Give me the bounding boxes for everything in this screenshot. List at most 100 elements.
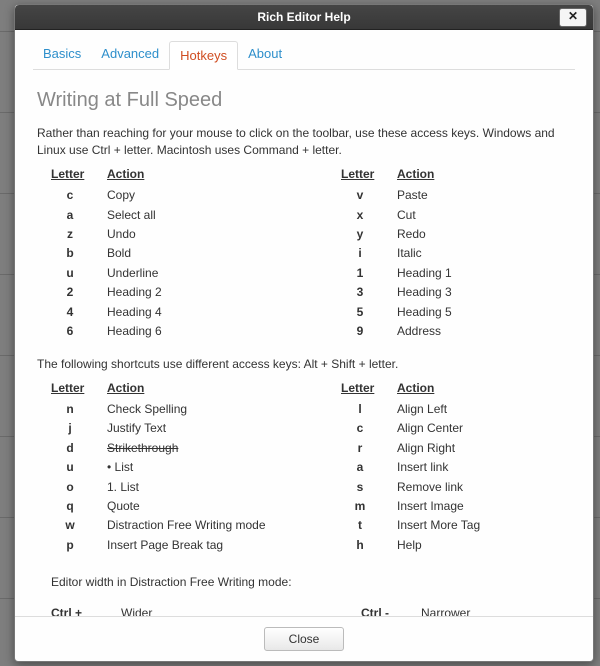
hotkey-row: o 1. List (51, 479, 301, 496)
hotkey-row: 5 Heading 5 (341, 304, 541, 321)
hotkey-letter: u (51, 459, 89, 476)
hotkey-action: Insert Image (397, 498, 464, 515)
hotkey-letter: j (51, 420, 89, 437)
hotkey-action: Paste (397, 187, 428, 204)
hotkey-letter: v (341, 187, 379, 204)
tab-hotkeys[interactable]: Hotkeys (169, 41, 238, 70)
tab-basics[interactable]: Basics (33, 40, 91, 69)
page-title: Writing at Full Speed (37, 86, 571, 115)
hotkey-letter: 9 (341, 323, 379, 340)
hotkey-row: aSelect all (51, 207, 301, 224)
hotkey-row: u • List (51, 459, 301, 476)
hotkey-letter: y (341, 226, 379, 243)
hotkey-row: cAlign Center (341, 420, 541, 437)
width-value: Narrower (421, 605, 470, 616)
hotkey-row: mInsert Image (341, 498, 541, 515)
hotkey-row: l Align Left (341, 401, 541, 418)
hotkey-row: p Insert Page Break tag (51, 537, 301, 554)
hotkey-action: Copy (107, 187, 135, 204)
hotkey-action: Underline (107, 265, 158, 282)
hotkey-row: iItalic (341, 245, 541, 262)
hotkey-row: 6 Heading 6 (51, 323, 301, 340)
width-value: Wider (121, 605, 361, 616)
hotkey-action: Heading 1 (397, 265, 452, 282)
hotkey-action: Cut (397, 207, 416, 224)
tab-content: Writing at Full Speed Rather than reachi… (15, 70, 593, 616)
dialog-titlebar: Rich Editor Help ✕ (15, 5, 593, 30)
width-key: Ctrl + (51, 605, 121, 616)
alt-shift-note: The following shortcuts use different ac… (37, 356, 571, 373)
hotkey-action: Redo (397, 226, 426, 243)
help-dialog: Rich Editor Help ✕ Basics Advanced Hotke… (14, 4, 594, 662)
hotkey-row: u Underline (51, 265, 301, 282)
hotkey-letter: 2 (51, 284, 89, 301)
hotkey-letter: q (51, 498, 89, 515)
hotkey-row: 3 Heading 3 (341, 284, 541, 301)
hotkey-letter: t (341, 517, 379, 534)
hotkey-action: Align Left (397, 401, 447, 418)
hotkey-letter: h (341, 537, 379, 554)
hotkey-letter: 6 (51, 323, 89, 340)
close-button[interactable]: Close (264, 627, 344, 651)
hotkey-letter: 1 (341, 265, 379, 282)
hotkey-letter: n (51, 401, 89, 418)
tab-advanced[interactable]: Advanced (91, 40, 169, 69)
hotkey-row: v Paste (341, 187, 541, 204)
hotkey-action: • List (107, 459, 133, 476)
width-row: Ctrl +WiderCtrl -Narrower (51, 605, 571, 616)
close-icon[interactable]: ✕ (559, 8, 587, 27)
hotkey-letter: b (51, 245, 89, 262)
hotkey-row: z Undo (51, 226, 301, 243)
hotkey-letter: 5 (341, 304, 379, 321)
hotkey-action: Distraction Free Writing mode (107, 517, 266, 534)
hotkey-row: w Distraction Free Writing mode (51, 517, 301, 534)
dialog-footer: Close (15, 616, 593, 661)
tab-about[interactable]: About (238, 40, 292, 69)
hotkey-action: Remove link (397, 479, 463, 496)
width-key: Ctrl - (361, 605, 421, 616)
hotkey-letter: o (51, 479, 89, 496)
hotkey-letter: c (51, 187, 89, 204)
hotkey-letter: s (341, 479, 379, 496)
hotkey-letter: l (341, 401, 379, 418)
hotkey-action: Strikethrough (107, 440, 178, 457)
hotkey-row: d Strikethrough (51, 440, 301, 457)
hotkey-letter: 3 (341, 284, 379, 301)
hotkey-row: 9 Address (341, 323, 541, 340)
hotkey-letter: c (341, 420, 379, 437)
hotkey-row: c Copy (51, 187, 301, 204)
hotkey-letter: x (341, 207, 379, 224)
hotkey-row: t Insert More Tag (341, 517, 541, 534)
hotkey-letter: d (51, 440, 89, 457)
hotkey-action: 1. List (107, 479, 139, 496)
hotkey-letter: p (51, 537, 89, 554)
hotkey-action: Heading 6 (107, 323, 162, 340)
hotkey-action: Bold (107, 245, 131, 262)
hotkey-letter: r (341, 440, 379, 457)
hotkey-row: x Cut (341, 207, 541, 224)
hotkey-action: Undo (107, 226, 136, 243)
hotkey-letter: z (51, 226, 89, 243)
hotkey-action: Quote (107, 498, 140, 515)
hotkey-letter: w (51, 517, 89, 534)
hotkey-row: jJustify Text (51, 420, 301, 437)
hotkey-action: Insert Page Break tag (107, 537, 223, 554)
hotkey-action: Select all (107, 207, 156, 224)
hotkey-action: Check Spelling (107, 401, 187, 418)
hotkey-row: r Align Right (341, 440, 541, 457)
dialog-title: Rich Editor Help (257, 10, 350, 24)
hotkey-row: b Bold (51, 245, 301, 262)
hotkey-action: Heading 5 (397, 304, 452, 321)
hotkey-row: hHelp (341, 537, 541, 554)
width-mode-label: Editor width in Distraction Free Writing… (51, 574, 571, 591)
hotkey-action: Heading 4 (107, 304, 162, 321)
hotkey-row: aInsert link (341, 459, 541, 476)
hotkey-action: Insert More Tag (397, 517, 480, 534)
hotkey-action: Address (397, 323, 441, 340)
hotkey-action: Italic (397, 245, 422, 262)
hotkey-row: 2Heading 2 (51, 284, 301, 301)
hotkey-action: Align Right (397, 440, 455, 457)
hotkey-letter: u (51, 265, 89, 282)
hotkey-action: Heading 3 (397, 284, 452, 301)
tab-bar: Basics Advanced Hotkeys About (15, 30, 593, 69)
